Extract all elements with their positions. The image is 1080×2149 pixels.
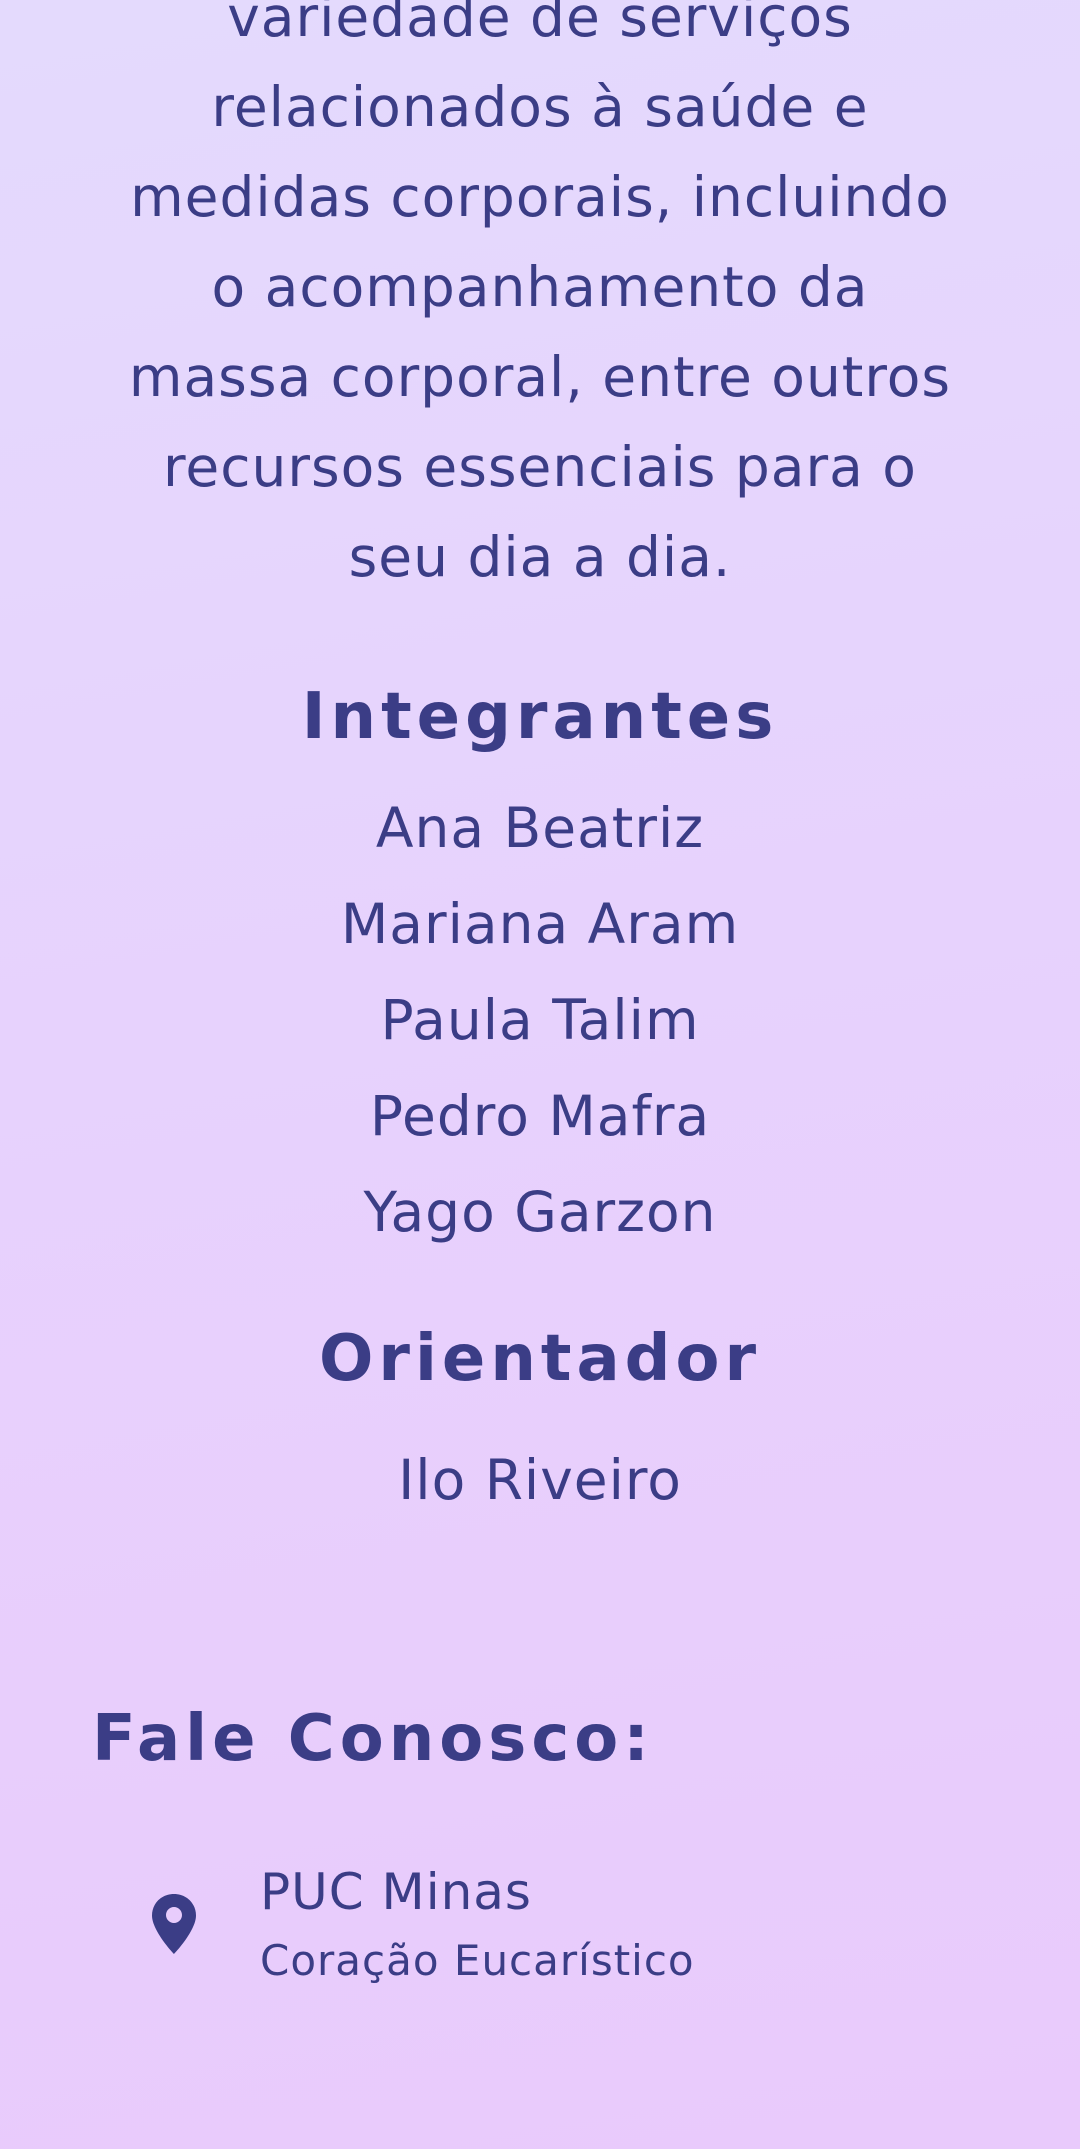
location-subtitle: Coração Eucarístico <box>260 1936 695 1985</box>
member-name: Pedro Mafra <box>369 1084 711 1148</box>
about-line: seu dia a dia. <box>348 525 732 589</box>
about-line: variedade de serviços <box>227 0 853 49</box>
location-title: PUC Minas <box>260 1863 532 1921</box>
about-line: massa corporal, entre outros <box>128 345 952 409</box>
advisor-heading: Orientador <box>319 1322 761 1396</box>
member-name: Mariana Aram <box>340 892 740 956</box>
advisor-name: Ilo Riveiro <box>398 1448 682 1512</box>
about-line: o acompanhamento da <box>211 255 869 319</box>
contact-location[interactable]: PUC Minas Coração Eucarístico <box>150 1852 950 2002</box>
about-line: medidas corporais, incluindo <box>130 165 950 229</box>
about-description: variedade de serviços relacionados à saú… <box>70 0 1010 602</box>
members-heading: Integrantes <box>301 680 779 754</box>
member-name: Yago Garzon <box>363 1180 717 1244</box>
members-list: Ana Beatriz Mariana Aram Paula Talim Ped… <box>0 780 1080 1260</box>
member-name: Ana Beatriz <box>375 796 705 860</box>
contact-heading: Fale Conosco: <box>92 1702 654 1776</box>
about-line: recursos essenciais para o <box>163 435 917 499</box>
member-name: Paula Talim <box>380 988 700 1052</box>
about-line: relacionados à saúde e <box>211 75 869 139</box>
map-pin-icon <box>150 1892 198 1956</box>
